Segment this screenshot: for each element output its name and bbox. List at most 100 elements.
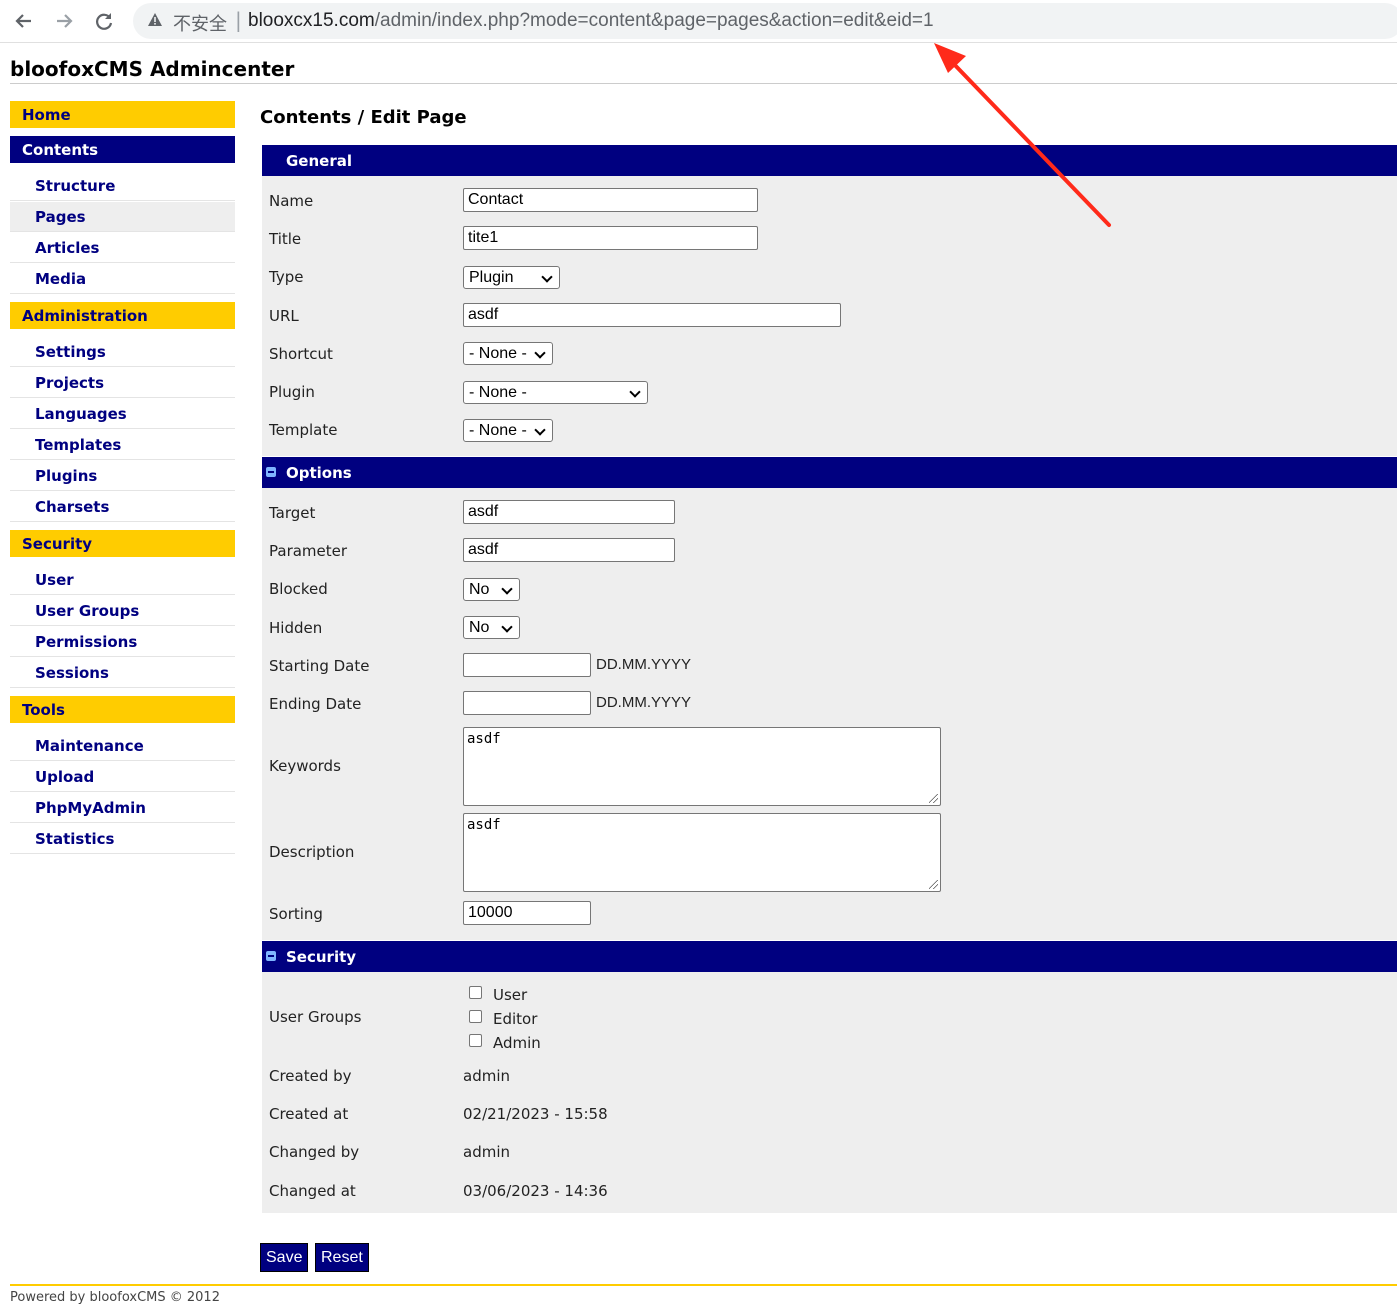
changed-by-label: Changed by xyxy=(269,1143,360,1161)
sidebar-tools[interactable]: Tools xyxy=(10,696,235,723)
sidebar-item-charsets[interactable]: Charsets xyxy=(10,492,235,522)
changed-at-value: 03/06/2023 - 14:36 xyxy=(463,1182,608,1200)
parameter-label: Parameter xyxy=(269,542,348,560)
group-user-checkbox[interactable] xyxy=(469,986,482,999)
sidebar-security[interactable]: Security xyxy=(10,530,235,557)
ending-date-input[interactable] xyxy=(463,691,591,715)
sidebar-item-maintenance[interactable]: Maintenance xyxy=(10,731,235,761)
sidebar-administration[interactable]: Administration xyxy=(10,302,235,329)
starting-date-label: Starting Date xyxy=(269,657,370,675)
sorting-input[interactable]: 10000 xyxy=(463,901,591,925)
url-text: blooxcx15.com/admin/index.php?mode=conte… xyxy=(248,10,934,32)
type-select[interactable]: Plugin xyxy=(463,266,560,289)
shortcut-label: Shortcut xyxy=(269,345,333,363)
starting-date-input[interactable] xyxy=(463,653,591,677)
address-bar[interactable]: 不安全 | blooxcx15.com/admin/index.php?mode… xyxy=(133,3,1397,39)
sidebar-item-phpmyadmin[interactable]: PhpMyAdmin xyxy=(10,793,235,823)
name-input[interactable]: Contact xyxy=(463,188,758,212)
template-label: Template xyxy=(269,421,338,439)
template-select-value: - None - xyxy=(469,422,527,439)
group-user-label: User xyxy=(493,986,528,1004)
description-textarea[interactable]: asdf xyxy=(463,813,941,892)
section-security-header[interactable]: Security xyxy=(262,941,1397,972)
collapse-icon[interactable] xyxy=(266,467,276,477)
sidebar-item-languages[interactable]: Languages xyxy=(10,399,235,429)
created-at-label: Created at xyxy=(269,1105,349,1123)
section-general-header: General xyxy=(262,145,1397,176)
sidebar-item-statistics[interactable]: Statistics xyxy=(10,824,235,854)
ending-date-label: Ending Date xyxy=(269,695,362,713)
chevron-down-icon xyxy=(541,271,553,283)
sidebar-contents[interactable]: Contents xyxy=(10,136,235,163)
save-button[interactable]: Save xyxy=(260,1243,309,1272)
title-input[interactable]: tite1 xyxy=(463,226,758,250)
header-divider xyxy=(10,83,1397,84)
group-admin-checkbox[interactable] xyxy=(469,1034,482,1047)
section-security-body xyxy=(262,972,1397,1213)
sorting-label: Sorting xyxy=(269,905,323,923)
created-at-value: 02/21/2023 - 15:58 xyxy=(463,1105,608,1123)
sidebar-item-user-groups[interactable]: User Groups xyxy=(10,596,235,626)
chevron-down-icon xyxy=(534,424,546,436)
sidebar-item-pages[interactable]: Pages xyxy=(10,202,235,232)
footer-divider xyxy=(10,1284,1397,1286)
sidebar-item-articles[interactable]: Articles xyxy=(10,233,235,263)
name-label: Name xyxy=(269,192,314,210)
sidebar-item-sessions[interactable]: Sessions xyxy=(10,658,235,688)
blocked-label: Blocked xyxy=(269,580,328,598)
sidebar-item-projects[interactable]: Projects xyxy=(10,368,235,398)
footer-text: Powered by bloofoxCMS © 2012 xyxy=(10,1290,220,1305)
description-text: asdf xyxy=(467,817,501,833)
section-options-header[interactable]: Options xyxy=(262,457,1397,488)
resize-grip-icon[interactable] xyxy=(929,794,938,803)
plugin-label: Plugin xyxy=(269,383,315,401)
keywords-label: Keywords xyxy=(269,757,341,775)
user-groups-label: User Groups xyxy=(269,1008,362,1026)
browser-toolbar: 不安全 | blooxcx15.com/admin/index.php?mode… xyxy=(0,0,1397,43)
forward-arrow-icon[interactable] xyxy=(49,6,79,36)
reset-button[interactable]: Reset xyxy=(315,1243,369,1272)
keywords-text: asdf xyxy=(467,731,501,747)
url-input[interactable]: asdf xyxy=(463,303,841,327)
sidebar-item-structure[interactable]: Structure xyxy=(10,171,235,201)
created-by-value: admin xyxy=(463,1067,510,1085)
sidebar-item-plugins[interactable]: Plugins xyxy=(10,461,235,491)
ending-date-format-hint: DD.MM.YYYY xyxy=(596,694,692,711)
shortcut-select[interactable]: - None - xyxy=(463,342,553,365)
template-select[interactable]: - None - xyxy=(463,419,553,442)
target-input[interactable]: asdf xyxy=(463,500,675,524)
blocked-select[interactable]: No xyxy=(463,578,520,601)
section-general-title: General xyxy=(286,152,352,170)
chevron-down-icon xyxy=(629,386,641,398)
created-by-label: Created by xyxy=(269,1067,352,1085)
site-title: bloofoxCMS Admincenter xyxy=(10,57,295,81)
sidebar-item-upload[interactable]: Upload xyxy=(10,762,235,792)
back-arrow-icon[interactable] xyxy=(9,6,39,36)
group-editor-checkbox[interactable] xyxy=(469,1010,482,1023)
type-label: Type xyxy=(269,268,304,286)
sidebar-item-media[interactable]: Media xyxy=(10,264,235,294)
chevron-down-icon xyxy=(501,583,513,595)
hidden-select[interactable]: No xyxy=(463,616,520,639)
reload-icon[interactable] xyxy=(89,6,119,36)
security-status: 不安全 xyxy=(173,14,227,35)
section-options-title: Options xyxy=(286,464,352,482)
chevron-down-icon xyxy=(534,347,546,359)
parameter-input[interactable]: asdf xyxy=(463,538,675,562)
resize-grip-icon[interactable] xyxy=(929,880,938,889)
sidebar-item-templates[interactable]: Templates xyxy=(10,430,235,460)
collapse-icon[interactable] xyxy=(266,951,276,961)
sidebar-item-permissions[interactable]: Permissions xyxy=(10,627,235,657)
sidebar-home[interactable]: Home xyxy=(10,101,235,128)
description-label: Description xyxy=(269,843,355,861)
keywords-textarea[interactable]: asdf xyxy=(463,727,941,806)
changed-at-label: Changed at xyxy=(269,1182,356,1200)
sidebar-item-settings[interactable]: Settings xyxy=(10,337,235,367)
plugin-select[interactable]: - None - xyxy=(463,381,648,404)
url-separator: | xyxy=(235,8,242,32)
type-select-value: Plugin xyxy=(469,269,514,286)
url-path: /admin/index.php?mode=content&page=pages… xyxy=(374,10,934,31)
sidebar-item-user[interactable]: User xyxy=(10,565,235,595)
starting-date-format-hint: DD.MM.YYYY xyxy=(596,656,692,673)
page-title: Contents / Edit Page xyxy=(260,107,467,128)
